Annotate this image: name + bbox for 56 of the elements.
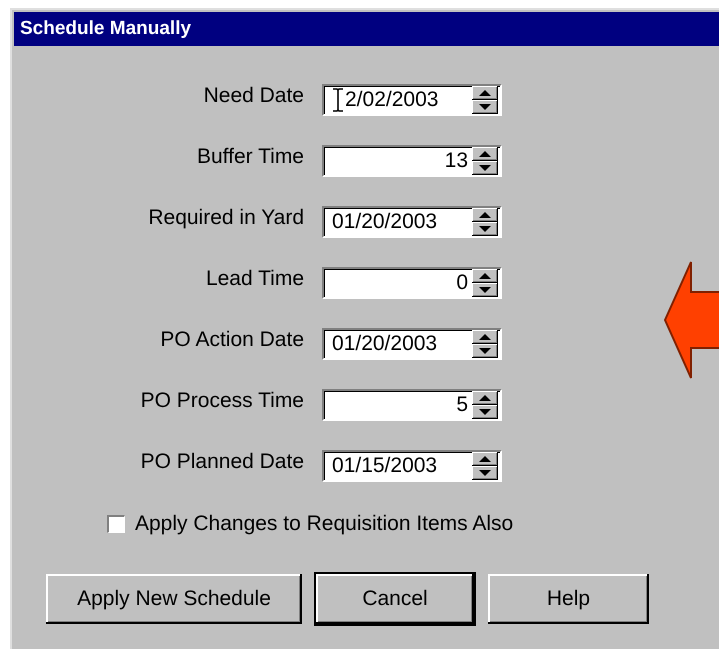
- spin-down-button[interactable]: [472, 405, 498, 419]
- down-triangle-icon: [479, 287, 491, 293]
- spin-up-button[interactable]: [472, 208, 498, 222]
- field-value: 5: [455, 393, 469, 417]
- dialog-button[interactable]: Cancel: [316, 574, 474, 624]
- down-triangle-icon: [479, 104, 491, 110]
- spin-up-button[interactable]: [472, 86, 498, 100]
- spin-up-button[interactable]: [472, 391, 498, 405]
- field-label: Lead Time: [206, 267, 304, 291]
- date-field[interactable]: 01/20/2003: [322, 328, 502, 360]
- date-field[interactable]: 2/02/2003: [322, 84, 502, 116]
- up-triangle-icon: [479, 456, 491, 462]
- spin-down-button[interactable]: [472, 344, 498, 358]
- dialog-button[interactable]: Apply New Schedule: [46, 574, 302, 624]
- field-label: Need Date: [204, 84, 304, 108]
- window-title: Schedule Manually: [14, 12, 719, 46]
- number-field[interactable]: 5: [322, 389, 502, 421]
- field-label: PO Planned Date: [140, 450, 304, 474]
- up-triangle-icon: [479, 273, 491, 279]
- spin-down-button[interactable]: [472, 466, 498, 480]
- up-triangle-icon: [479, 395, 491, 401]
- up-triangle-icon: [479, 334, 491, 340]
- spin-down-button[interactable]: [472, 100, 498, 114]
- date-field[interactable]: 01/20/2003: [322, 206, 502, 238]
- date-field[interactable]: 01/15/2003: [322, 450, 502, 482]
- field-label: Buffer Time: [197, 145, 304, 169]
- field-label: PO Process Time: [140, 389, 304, 413]
- spin-down-button[interactable]: [472, 283, 498, 297]
- field-value: 2/02/2003: [324, 88, 472, 112]
- number-field[interactable]: 13: [322, 145, 502, 177]
- checkbox[interactable]: [107, 515, 125, 533]
- up-triangle-icon: [479, 90, 491, 96]
- field-value: 0: [455, 271, 469, 295]
- field-value: 13: [444, 149, 469, 173]
- spin-up-button[interactable]: [472, 330, 498, 344]
- field-label: PO Action Date: [160, 328, 304, 352]
- text-cursor-icon: [332, 88, 344, 112]
- down-triangle-icon: [479, 226, 491, 232]
- down-triangle-icon: [479, 165, 491, 171]
- field-value: 01/15/2003: [331, 454, 438, 478]
- spin-up-button[interactable]: [472, 452, 498, 466]
- field-label: Required in Yard: [148, 206, 304, 230]
- up-triangle-icon: [479, 212, 491, 218]
- dialog-button[interactable]: Help: [488, 574, 649, 624]
- number-field[interactable]: 0: [322, 267, 502, 299]
- spin-up-button[interactable]: [472, 269, 498, 283]
- checkbox-label: Apply Changes to Requisition Items Also: [135, 512, 514, 536]
- down-triangle-icon: [479, 409, 491, 415]
- field-value: 01/20/2003: [331, 332, 438, 356]
- down-triangle-icon: [479, 470, 491, 476]
- field-value: 01/20/2003: [331, 210, 438, 234]
- down-triangle-icon: [479, 348, 491, 354]
- spin-down-button[interactable]: [472, 161, 498, 175]
- up-triangle-icon: [479, 151, 491, 157]
- spin-down-button[interactable]: [472, 222, 498, 236]
- spin-up-button[interactable]: [472, 147, 498, 161]
